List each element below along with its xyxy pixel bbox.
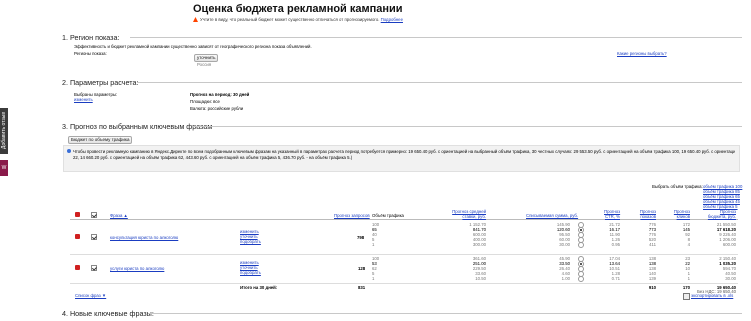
region-value: Россия: [197, 62, 212, 67]
info-icon: [67, 149, 71, 153]
params-change-link[interactable]: изменить: [74, 97, 93, 102]
col-ctr[interactable]: Прогноз CTR, %: [604, 209, 620, 219]
currency: Валюта: российские рубли: [190, 106, 244, 111]
shows-value: 411: [649, 242, 656, 247]
row-phrase[interactable]: услуги юриста по алкоголю: [110, 266, 164, 271]
row-write-off-list: 45.90 33.50 26.40 4.60 1.00: [546, 256, 570, 281]
traffic-links: объём трафика 100 объём трафика 85 объём…: [703, 184, 742, 209]
row-shows-list: 138 138 138 140 139: [640, 256, 656, 281]
row-shows-list: 776 773 776 520 411: [640, 222, 656, 247]
row-clicks-list: 172 145 92 8 4: [674, 222, 690, 247]
delete-row-icon[interactable]: [75, 265, 80, 270]
row-actions: изменить уточнить подобрать: [240, 229, 261, 244]
write-off-value: 1.00: [561, 276, 570, 281]
feedback-tab[interactable]: Добавить отзыв: [0, 108, 8, 154]
totals-clicks: 170: [682, 285, 690, 290]
budget-warning: Учтите в виду, что реальный бюджет может…: [200, 17, 403, 22]
region-heading: 1. Регион показа:: [62, 33, 120, 42]
platforms: Площадки: все: [190, 99, 220, 104]
row-ctr-list: 21.72 16.17 11.90 1.26 0.95: [600, 222, 620, 247]
traffic-radio[interactable]: [578, 242, 584, 248]
pick-link[interactable]: подобрать: [240, 270, 261, 275]
col-phrase[interactable]: Фраза ▲: [110, 213, 128, 218]
row-actions: изменить уточнить подобрать: [240, 260, 261, 275]
totals-label: Итого на 30 дней:: [240, 285, 278, 290]
col-traffic: Объём трафика: [372, 213, 404, 218]
page-title: Оценка бюджета рекламной кампании: [193, 3, 403, 15]
row-budget-list: 2 150.40 1 035.20 594.70 40.50 30.00: [706, 256, 736, 281]
phrase-list-toggle[interactable]: Список фраз ▼: [75, 293, 106, 298]
col-shows[interactable]: Прогноз показов: [638, 209, 656, 219]
delete-all-icon[interactable]: [75, 212, 80, 217]
avg-cost-value: 300.00: [472, 242, 486, 247]
region-help-link[interactable]: Какие регионы выбрать?: [617, 51, 667, 56]
ctr-value: 0.95: [611, 242, 620, 247]
row-avg-cost-list: 361.60 251.00 229.50 33.60 10.50: [460, 256, 486, 281]
export-xls-link[interactable]: экспортировать в .xls: [691, 293, 733, 298]
totals-searches: 831: [358, 285, 366, 290]
ctr-value: 0.71: [611, 276, 620, 281]
divider: [192, 126, 742, 127]
row-phrase[interactable]: консультация юриста по алкоголю: [110, 235, 178, 240]
table-row: [70, 255, 738, 284]
row-checkbox[interactable]: [91, 234, 97, 240]
totals-shows: 910: [648, 285, 656, 290]
divider: [130, 37, 742, 38]
row-searches: 128: [358, 266, 366, 271]
row-budget-list: 21 550.50 17 618.20 9 226.40 1 206.00 60…: [706, 222, 736, 247]
excel-icon: [683, 293, 690, 300]
traffic-value: 1: [372, 276, 375, 281]
forecast-period: Прогноз на период: 30 дней: [190, 92, 250, 97]
new-phrases-heading: 4. Новые ключевые фразы:: [62, 309, 154, 318]
region-label: Регионы показа:: [74, 51, 107, 56]
forecast-heading: 3. Прогноз по выбранным ключевым фразам: [62, 122, 213, 131]
clicks-value: 1: [687, 276, 690, 281]
avg-cost-value: 10.50: [475, 276, 486, 281]
side-badge[interactable]: W: [0, 160, 8, 176]
col-avg-cost[interactable]: Прогноз средней ставки, руб.: [452, 209, 486, 219]
col-clicks[interactable]: Прогноз кликов: [672, 209, 690, 219]
warning-icon: [193, 17, 198, 22]
row-searches: 798: [357, 235, 365, 240]
budget-value: 30.00: [725, 276, 736, 281]
divider: [137, 82, 742, 83]
write-off-value: 30.00: [559, 242, 570, 247]
row-write-off-list: 145.90 120.60 95.50 60.00 30.00: [546, 222, 570, 247]
notice-line-1: Чтобы провести рекламную кампанию в Янде…: [73, 149, 735, 154]
traffic-radio[interactable]: [578, 276, 584, 282]
divider: [148, 313, 742, 314]
clicks-value: 4: [687, 242, 690, 247]
row-traffic-list: 100 65 40 5 1: [372, 222, 379, 247]
more-link[interactable]: Подробнее: [381, 17, 403, 22]
warning-text: Учтите в виду, что реальный бюджет может…: [200, 17, 380, 22]
delete-row-icon[interactable]: [75, 234, 80, 239]
row-avg-cost-list: 1 152.70 841.70 600.00 400.00 300.00: [460, 222, 486, 247]
budget-by-traffic-button[interactable]: Бюджет по объему трафика: [68, 136, 133, 144]
row-ctr-list: 17.04 13.64 10.51 1.28 0.71: [600, 256, 620, 281]
col-searches[interactable]: Прогноз запросов: [334, 213, 370, 218]
notice-line-2: 22, 14 660.20 руб. с ориентацией на объё…: [73, 155, 353, 160]
col-budget[interactable]: Прогноз бюджета, руб.: [700, 209, 736, 219]
shows-value: 139: [648, 276, 656, 281]
budget-value: 600.00: [722, 242, 736, 247]
traffic-value: 1: [372, 242, 375, 247]
choose-traffic-label: Выбрать объём трафика:: [652, 184, 703, 189]
row-traffic-list: 100 53 62 5 1: [372, 256, 379, 281]
row-checkbox[interactable]: [91, 265, 97, 271]
region-refine-button[interactable]: уточнить: [194, 54, 219, 62]
params-heading: 2. Параметры расчета:: [62, 78, 139, 87]
forecast-notice: Чтобы провести рекламную кампанию в Янде…: [63, 145, 740, 172]
region-description: Эффективность и бюджет рекламной кампани…: [74, 44, 312, 49]
pick-link[interactable]: подобрать: [240, 239, 261, 244]
col-write-off[interactable]: Списываемая сумма, руб.: [526, 213, 578, 218]
select-all-checkbox[interactable]: [91, 212, 97, 218]
row-clicks-list: 23 22 10 1 1: [674, 256, 690, 281]
